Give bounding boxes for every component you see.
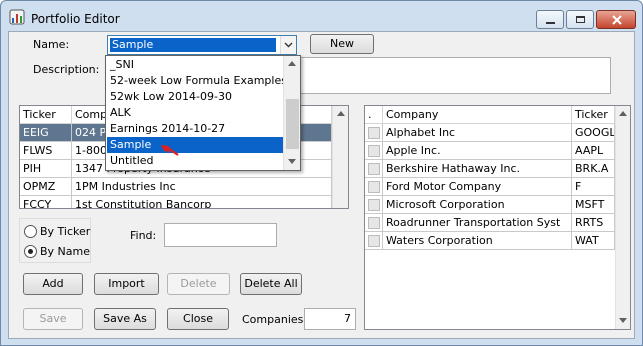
row-marker[interactable] [365,232,383,250]
company-cell: Berkshire Hathaway Inc. [383,160,572,178]
dropdown-option[interactable]: Earnings 2014-10-27 [107,121,283,137]
company-cell: 1PM Industries Inc [72,178,332,196]
company-cell: Waters Corporation [383,232,572,250]
companies-count: 7 [304,308,356,330]
dropdown-option[interactable]: Sample [107,137,283,153]
column-header-ticker[interactable]: Ticker [20,106,72,124]
dropdown-scrollbar[interactable] [283,56,300,170]
find-input[interactable] [164,223,277,247]
add-button[interactable]: Add [23,273,83,295]
portfolio-editor-window: Portfolio Editor Name: Sample New Descri… [0,0,643,346]
chevron-down-icon [284,42,293,48]
row-marker[interactable] [365,178,383,196]
name-label: Name: [33,38,70,51]
scroll-down-icon[interactable] [288,159,296,164]
ticker-cell: FLWS [20,142,72,160]
combo-dropdown-button[interactable] [280,36,296,54]
maximize-button[interactable] [566,10,594,29]
company-cell: Ford Motor Company [383,178,572,196]
ticker-cell: GOOGL [572,124,615,142]
window-title: Portfolio Editor [31,12,120,26]
ticker-cell: FCCY [20,196,72,208]
save-button[interactable]: Save [23,308,83,330]
name-dropdown-list[interactable]: _SNI 52-week Low Formula Examples 52wk Low… [105,55,301,171]
maximize-icon [576,16,585,23]
title-bar: Portfolio Editor [1,1,642,31]
name-combobox-value: Sample [110,38,276,52]
ticker-cell: OPMZ [20,178,72,196]
by-ticker-radio[interactable] [24,225,37,238]
new-button-label: New [330,37,354,50]
description-label: Description: [33,63,100,76]
row-marker[interactable] [365,160,383,178]
portfolio-app-icon [9,9,25,25]
dropdown-option[interactable]: _SNI [107,57,283,73]
company-cell: 1st Constitution Bancorp [72,196,332,208]
scroll-up-icon[interactable] [336,111,345,116]
column-header-marker: . [365,106,383,124]
row-selector-icon [368,145,380,157]
delete-button[interactable]: Delete [167,273,230,295]
dropdown-scroll-thumb[interactable] [286,99,299,149]
securities-scrollbar[interactable] [332,106,348,208]
by-ticker-label: By Ticker [40,225,91,238]
client-area: Name: Sample New Description: Ticker Com… [8,31,635,339]
row-selector-icon [368,217,380,229]
import-button[interactable]: Import [94,273,159,295]
minimize-button[interactable] [536,10,564,29]
name-combobox[interactable]: Sample [107,35,297,55]
row-marker[interactable] [365,214,383,232]
companies-label: Companies: [242,313,308,326]
ticker-cell: EEIG [20,124,72,142]
scroll-down-icon[interactable] [619,318,627,323]
row-selector-icon [368,163,380,175]
dropdown-option[interactable]: Untitled [107,153,283,169]
row-selector-icon [368,199,380,211]
company-cell: Alphabet Inc [383,124,572,142]
portfolio-scrollbar[interactable] [615,106,630,329]
by-name-radio[interactable] [24,245,37,258]
column-header-ticker[interactable]: Ticker [572,106,615,124]
by-name-label: By Name [40,245,91,258]
save-as-button[interactable]: Save As [94,308,156,330]
dropdown-option[interactable]: ALK [107,105,283,121]
ticker-cell: PIH [20,160,72,178]
row-selector-icon [368,127,380,139]
close-icon [612,15,622,25]
row-selector-icon [368,235,380,247]
portfolio-grid[interactable]: . Company Ticker Alphabet Inc GOOGL Apple … [364,105,631,330]
dropdown-option[interactable]: 52-week Low Formula Examples [107,73,287,89]
row-marker[interactable] [365,196,383,214]
ticker-cell: MSFT [572,196,615,214]
ticker-cell: BRK.A [572,160,615,178]
delete-all-button[interactable]: Delete All [240,273,302,295]
ticker-cell: WAT [572,232,615,250]
new-button[interactable]: New [310,34,374,54]
close-window-button[interactable] [596,10,636,29]
company-cell: Apple Inc. [383,142,572,160]
ticker-cell: RRTS [572,214,615,232]
company-cell: Microsoft Corporation [383,196,572,214]
minimize-icon [546,22,555,24]
company-cell: Roadrunner Transportation Syst [383,214,572,232]
find-label: Find: [130,229,157,242]
scroll-up-icon[interactable] [619,111,627,116]
close-button[interactable]: Close [167,308,229,330]
row-marker[interactable] [365,124,383,142]
red-arrow-icon [161,145,179,156]
dropdown-option[interactable]: 52wk Low 2014-09-30 [107,89,283,105]
column-header-company[interactable]: Company [383,106,572,124]
ticker-cell: AAPL [572,142,615,160]
ticker-cell: F [572,178,615,196]
row-marker[interactable] [365,142,383,160]
row-selector-icon [368,181,380,193]
scroll-up-icon[interactable] [288,61,296,66]
